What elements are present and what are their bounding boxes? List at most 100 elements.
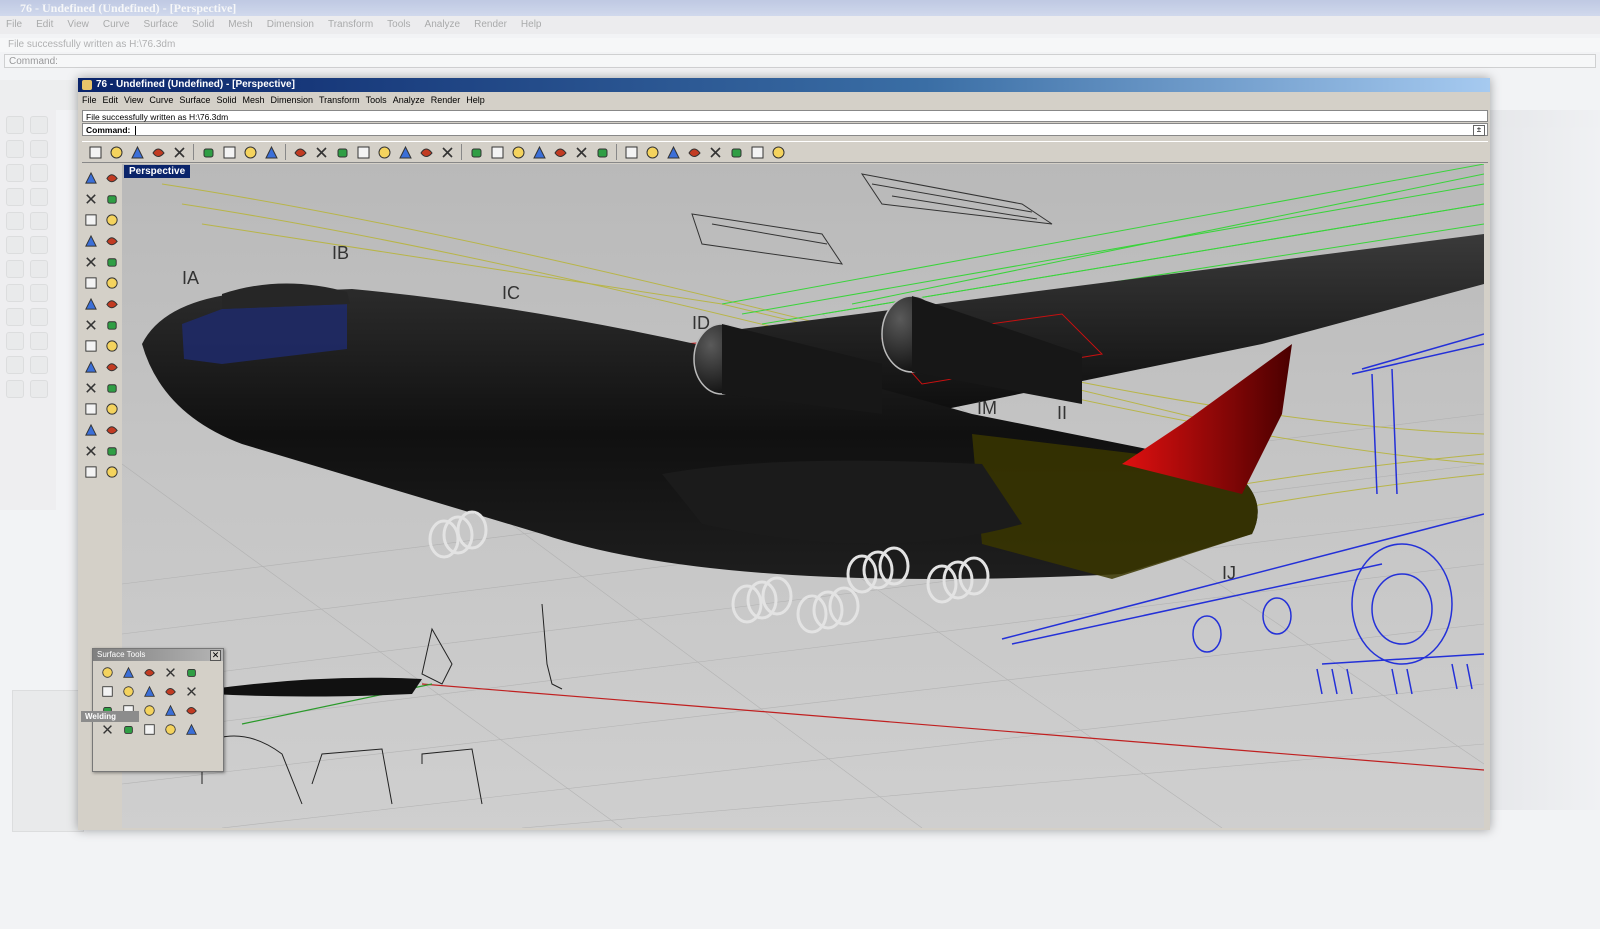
bg-menu-render[interactable]: Render	[474, 19, 507, 30]
text-icon[interactable]	[82, 422, 99, 438]
menu-render[interactable]: Render	[431, 92, 467, 108]
menu-transform[interactable]: Transform	[319, 92, 366, 108]
surface-tool-18-icon[interactable]	[141, 722, 157, 737]
options-icon[interactable]	[748, 143, 766, 161]
bg-menu-file[interactable]: File	[6, 19, 22, 30]
surface-tool-5-icon[interactable]	[183, 665, 199, 680]
palette-title-bar[interactable]: Surface Tools ✕	[93, 649, 223, 661]
print-icon[interactable]	[149, 143, 167, 161]
surface-tool-2-icon[interactable]	[120, 665, 136, 680]
polyline-icon[interactable]	[82, 191, 99, 207]
sphere-shade-icon[interactable]	[664, 143, 682, 161]
surface-tool-13-icon[interactable]	[141, 703, 157, 718]
group-icon[interactable]	[103, 380, 120, 396]
bg-menu-solid[interactable]: Solid	[192, 19, 214, 30]
bg-menu-curve[interactable]: Curve	[103, 19, 130, 30]
menu-analyze[interactable]: Analyze	[393, 92, 431, 108]
welding-subgroup-title[interactable]: Welding	[81, 711, 139, 722]
help-icon[interactable]	[769, 143, 787, 161]
undo-icon[interactable]	[262, 143, 280, 161]
zoom-selected-icon[interactable]	[396, 143, 414, 161]
menu-help[interactable]: Help	[466, 92, 491, 108]
viewport-title[interactable]: Perspective	[124, 165, 191, 178]
bg-menu-analyze[interactable]: Analyze	[425, 19, 461, 30]
menu-mesh[interactable]: Mesh	[242, 92, 270, 108]
render-mesh-icon[interactable]	[82, 464, 99, 480]
snap-icon[interactable]	[530, 143, 548, 161]
bg-menu-edit[interactable]: Edit	[36, 19, 53, 30]
sphere-icon[interactable]	[103, 296, 120, 312]
palette-close-button[interactable]: ✕	[210, 650, 221, 661]
layer-icon[interactable]	[509, 143, 527, 161]
bg-menu-tools[interactable]: Tools	[387, 19, 410, 30]
boolean-icon[interactable]	[82, 338, 99, 354]
point-icon[interactable]	[103, 170, 120, 186]
open-icon[interactable]	[107, 143, 125, 161]
curve-points-icon[interactable]	[103, 191, 120, 207]
surface-corner-icon[interactable]	[82, 275, 99, 291]
pan-hand-icon[interactable]	[291, 143, 309, 161]
surface-tool-4-icon[interactable]	[162, 665, 178, 680]
cut-icon[interactable]	[199, 143, 217, 161]
bg-menu-help[interactable]: Help	[521, 19, 542, 30]
split-icon[interactable]	[82, 359, 99, 375]
title-bar[interactable]: 76 - Undefined (Undefined) - [Perspectiv…	[78, 78, 1490, 92]
paste-icon[interactable]	[241, 143, 259, 161]
bg-menu-transform[interactable]: Transform	[328, 19, 373, 30]
four-viewports-icon[interactable]	[438, 143, 456, 161]
box-icon[interactable]	[82, 296, 99, 312]
explode-icon[interactable]	[103, 338, 120, 354]
grid-icon[interactable]	[103, 464, 120, 480]
analyze-icon[interactable]	[706, 143, 724, 161]
render-icon[interactable]	[685, 143, 703, 161]
settings-gear-icon[interactable]	[727, 143, 745, 161]
bg-menu-view[interactable]: View	[67, 19, 89, 30]
import-icon[interactable]	[170, 143, 188, 161]
menu-view[interactable]: View	[124, 92, 149, 108]
surface-tool-17-icon[interactable]	[120, 722, 136, 737]
bulb-icon[interactable]	[551, 143, 569, 161]
surface-tool-6-icon[interactable]	[99, 684, 115, 699]
surface-tool-8-icon[interactable]	[141, 684, 157, 699]
select-arrow-icon[interactable]	[82, 170, 99, 186]
offset-icon[interactable]	[103, 401, 120, 417]
surface-tool-19-icon[interactable]	[162, 722, 178, 737]
menu-curve[interactable]: Curve	[149, 92, 179, 108]
surface-tool-14-icon[interactable]	[162, 703, 178, 718]
mesh-icon[interactable]	[82, 380, 99, 396]
surface-edge-icon[interactable]	[103, 275, 120, 291]
surface-tool-9-icon[interactable]	[162, 684, 178, 699]
menu-dimension[interactable]: Dimension	[270, 92, 319, 108]
bg-menu-dimension[interactable]: Dimension	[267, 19, 314, 30]
surface-tool-15-icon[interactable]	[183, 703, 199, 718]
zoom-icon[interactable]	[333, 143, 351, 161]
polygon-icon[interactable]	[82, 233, 99, 249]
surface-tool-16-icon[interactable]	[99, 722, 115, 737]
fillet-curve-icon[interactable]	[103, 254, 120, 270]
cylinder-icon[interactable]	[82, 317, 99, 333]
ellipse-icon[interactable]	[103, 212, 120, 228]
surface-tool-3-icon[interactable]	[141, 665, 157, 680]
sphere-wire-icon[interactable]	[643, 143, 661, 161]
color-wheel-icon[interactable]	[622, 143, 640, 161]
move-icon[interactable]	[312, 143, 330, 161]
arc-icon[interactable]	[82, 254, 99, 270]
properties-icon[interactable]	[593, 143, 611, 161]
lock-icon[interactable]	[572, 143, 590, 161]
copy-icon[interactable]	[220, 143, 238, 161]
show-icon[interactable]	[488, 143, 506, 161]
bg-menu-mesh[interactable]: Mesh	[228, 19, 252, 30]
array-icon[interactable]	[82, 443, 99, 459]
bg-menu-surface[interactable]: Surface	[144, 19, 178, 30]
fillet-icon[interactable]	[82, 401, 99, 417]
menu-solid[interactable]: Solid	[216, 92, 242, 108]
surface-tool-7-icon[interactable]	[120, 684, 136, 699]
menu-file[interactable]: File	[82, 92, 103, 108]
surface-tool-1-icon[interactable]	[99, 665, 115, 680]
menu-surface[interactable]: Surface	[179, 92, 216, 108]
zoom-extents-icon[interactable]	[375, 143, 393, 161]
hide-icon[interactable]	[467, 143, 485, 161]
rotate-view-icon[interactable]	[417, 143, 435, 161]
new-icon[interactable]	[86, 143, 104, 161]
plane-icon[interactable]	[103, 317, 120, 333]
